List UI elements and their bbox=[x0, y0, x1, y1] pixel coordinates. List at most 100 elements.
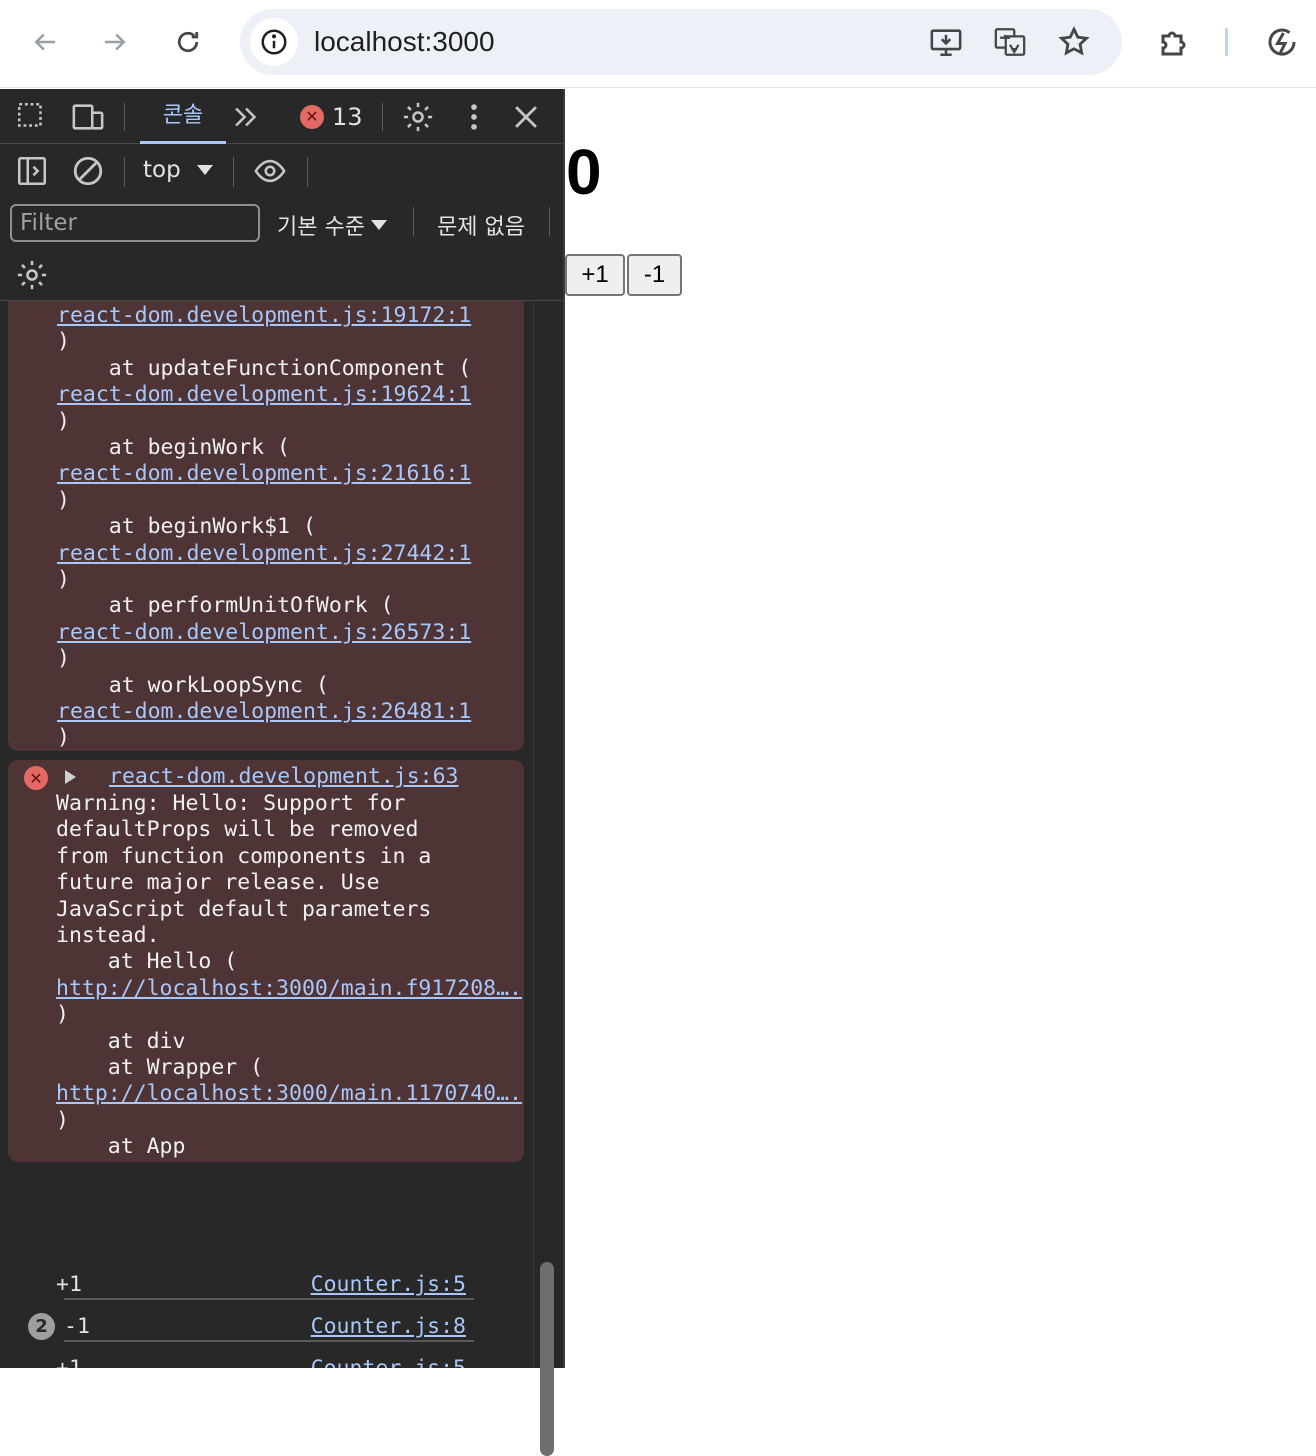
console-messages: react-dom.development.js:19172:1) at upd… bbox=[0, 301, 533, 1368]
decrement-button[interactable]: -1 bbox=[627, 254, 682, 296]
filter-bar: 기본 수준 문제 없음 bbox=[0, 197, 563, 249]
settings-gear-icon[interactable] bbox=[400, 99, 436, 135]
toolbar-separator bbox=[549, 207, 550, 237]
issues-button[interactable]: 문제 없음 bbox=[437, 209, 525, 241]
performance-icon[interactable] bbox=[1260, 20, 1304, 64]
site-info-icon[interactable] bbox=[250, 18, 298, 66]
bookmark-star-icon[interactable] bbox=[1054, 22, 1094, 62]
live-expression-eye-icon[interactable] bbox=[250, 153, 290, 189]
console-settings-gear-icon[interactable] bbox=[14, 257, 50, 293]
console-settings-row bbox=[0, 249, 563, 301]
console-scrollbar[interactable] bbox=[533, 301, 563, 1368]
stack-trace-link[interactable]: react-dom.development.js:26481:1 bbox=[57, 699, 471, 725]
toolbar-separator bbox=[124, 157, 125, 187]
stack-trace-line: at workLoopSync ( bbox=[57, 672, 329, 698]
message-source-link[interactable]: react-dom.development.js:63 bbox=[109, 764, 459, 790]
stack-trace-line: instead. bbox=[56, 923, 160, 948]
log-source-link[interactable]: Counter.js:5 bbox=[311, 1356, 466, 1368]
stack-trace-line: ) bbox=[57, 487, 70, 513]
translate-icon[interactable] bbox=[990, 22, 1030, 62]
stack-trace-line: at App bbox=[56, 1134, 186, 1160]
chevron-down-icon bbox=[370, 220, 387, 230]
stack-trace-line: at performUnitOfWork ( bbox=[57, 593, 394, 619]
log-levels-dropdown[interactable]: 기본 수준 bbox=[277, 209, 387, 241]
log-value: +1 bbox=[56, 1356, 82, 1368]
log-source-link[interactable]: Counter.js:8 bbox=[311, 1314, 466, 1339]
error-count-badge[interactable]: ✕ 13 bbox=[300, 103, 363, 131]
toolbar-separator bbox=[413, 207, 414, 237]
stack-trace-line: ) bbox=[57, 725, 70, 751]
toolbar-divider bbox=[1225, 28, 1228, 56]
stack-trace-link[interactable]: react-dom.development.js:27442:1 bbox=[57, 541, 471, 567]
page-content: 0 +1 -1 bbox=[565, 89, 1316, 1368]
address-bar[interactable]: localhost:3000 bbox=[240, 9, 1122, 75]
stack-trace-link[interactable]: react-dom.development.js:19172:1 bbox=[57, 303, 471, 329]
log-value: +1 bbox=[56, 1272, 82, 1297]
devtools-main-toolbar: 콘솔 ✕ 13 bbox=[0, 89, 563, 144]
stack-trace-line: ) bbox=[57, 567, 70, 592]
tab-console[interactable]: 콘솔 bbox=[140, 89, 226, 144]
stack-trace-line: at updateFunctionComponent ( bbox=[57, 355, 472, 381]
stack-trace-line: Warning: Hello: Support for bbox=[56, 791, 406, 816]
chevron-down-icon bbox=[196, 165, 213, 175]
toolbar-separator bbox=[233, 157, 234, 187]
stack-trace-line: at beginWork ( bbox=[57, 435, 290, 460]
devtools-panel: 콘솔 ✕ 13 top Filter 기본 수준 문제 없음 react-dom… bbox=[0, 89, 563, 1456]
log-levels-label: 기본 수준 bbox=[277, 215, 365, 240]
stack-trace-line: at Hello ( bbox=[56, 949, 238, 975]
stack-trace-link[interactable]: react-dom.development.js:19624:1 bbox=[57, 382, 471, 408]
counter-value: 0 bbox=[566, 136, 602, 208]
stack-trace-link[interactable]: react-dom.development.js:26573:1 bbox=[57, 620, 471, 646]
more-tabs-chevron-icon[interactable] bbox=[228, 99, 264, 135]
stack-trace-line: ) bbox=[56, 1002, 69, 1028]
log-row: +1 Counter.js:5 bbox=[0, 1348, 533, 1368]
error-count: 13 bbox=[332, 103, 363, 131]
filter-input[interactable] bbox=[10, 204, 260, 242]
sidebar-toggle-icon[interactable] bbox=[14, 153, 50, 189]
expand-triangle-icon[interactable] bbox=[65, 770, 76, 784]
warning-message-block: ✕ react-dom.development.js:63 Warning: H… bbox=[8, 760, 524, 1162]
stack-trace-line: from function components in a bbox=[56, 843, 432, 869]
toolbar-separator bbox=[382, 103, 383, 131]
error-circle-icon: ✕ bbox=[24, 766, 48, 790]
url-text[interactable]: localhost:3000 bbox=[314, 26, 495, 58]
stack-trace-line: at beginWork$1 ( bbox=[57, 514, 316, 540]
more-options-kebab-icon[interactable] bbox=[456, 99, 492, 135]
stack-trace-line: at div bbox=[56, 1028, 186, 1054]
stack-trace-line: defaultProps will be removed bbox=[56, 817, 419, 843]
context-value: top bbox=[143, 157, 181, 183]
log-row-divider bbox=[64, 1340, 474, 1342]
clear-console-icon[interactable] bbox=[70, 153, 106, 189]
stack-trace-line: ) bbox=[57, 408, 70, 434]
toolbar-separator bbox=[124, 103, 125, 131]
repeat-count-badge: 2 bbox=[28, 1313, 55, 1340]
stack-trace-line: at Wrapper ( bbox=[56, 1055, 264, 1080]
stack-trace-link[interactable]: react-dom.development.js:21616:1 bbox=[57, 461, 471, 487]
console-toolbar: top bbox=[0, 145, 563, 197]
stack-trace-line: ) bbox=[56, 1107, 69, 1133]
log-row-divider bbox=[64, 1298, 474, 1300]
log-source-link[interactable]: Counter.js:5 bbox=[311, 1272, 466, 1297]
console-scrollbar-thumb[interactable] bbox=[540, 1262, 554, 1456]
stack-trace-line: future major release. Use bbox=[56, 870, 380, 896]
stack-trace-line: JavaScript default parameters bbox=[56, 896, 432, 922]
forward-arrow-icon[interactable] bbox=[87, 14, 143, 70]
stack-trace-link[interactable]: http://localhost:3000/main.1170740…. bbox=[56, 1081, 522, 1107]
extensions-icon[interactable] bbox=[1153, 20, 1197, 64]
toolbar-separator bbox=[307, 157, 308, 187]
stack-trace-link[interactable]: http://localhost:3000/main.f917208…. bbox=[56, 976, 522, 1002]
context-select[interactable]: top bbox=[143, 157, 213, 183]
inspect-element-icon[interactable] bbox=[14, 99, 50, 135]
increment-button[interactable]: +1 bbox=[565, 254, 625, 296]
back-arrow-icon[interactable] bbox=[17, 14, 73, 70]
close-icon[interactable] bbox=[508, 99, 544, 135]
error-message-block: react-dom.development.js:19172:1) at upd… bbox=[8, 301, 524, 751]
stack-trace-line: ) bbox=[57, 329, 70, 355]
device-toolbar-icon[interactable] bbox=[70, 99, 106, 135]
stack-trace-line: ) bbox=[57, 646, 70, 672]
log-value: -1 bbox=[64, 1314, 90, 1339]
browser-toolbar: localhost:3000 bbox=[0, 0, 1316, 88]
error-circle-icon: ✕ bbox=[300, 105, 324, 129]
reload-icon[interactable] bbox=[160, 14, 216, 70]
install-app-icon[interactable] bbox=[926, 22, 966, 62]
